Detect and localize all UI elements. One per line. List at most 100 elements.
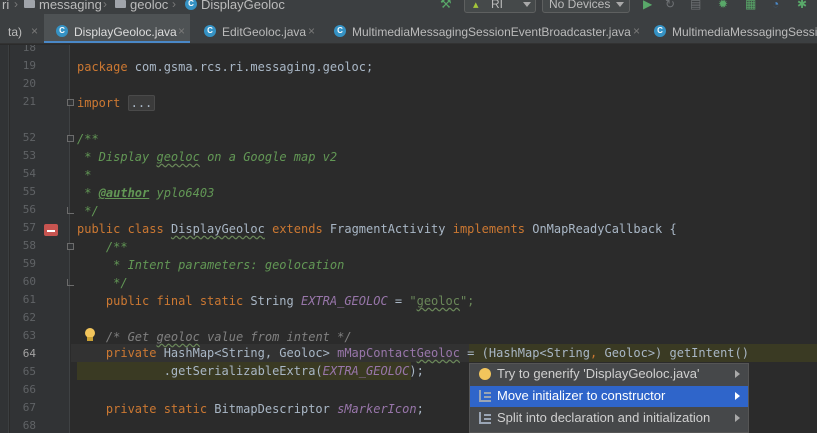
line-number: 58 [22, 239, 36, 252]
line-number: 18 [22, 45, 36, 54]
run-config-label: RI [491, 0, 503, 11]
javadoc-tag: @author [98, 186, 150, 200]
code-line: /** [77, 132, 99, 146]
code-keyword: private [77, 346, 157, 360]
submenu-arrow-icon [735, 392, 740, 400]
code-text: = [459, 346, 482, 360]
class-icon: C [185, 0, 197, 10]
chevron-down-icon [616, 2, 624, 7]
edit-intention-icon [479, 412, 491, 424]
breadcrumb-separator: › [172, 0, 176, 11]
code-line: private HashMap<String, Geoloc> mMapCont… [77, 344, 749, 362]
typo-word: geoloc [156, 150, 200, 164]
intention-item-split-declaration[interactable]: Split into declaration and initializatio… [470, 408, 748, 429]
line-number: 55 [22, 185, 36, 198]
android-activity-gutter-icon[interactable] [44, 224, 58, 236]
code-text: yplo6403 [149, 186, 215, 200]
line-number: 53 [22, 149, 36, 162]
intention-item-move-initializer[interactable]: Move initializer to constructor [470, 386, 748, 407]
static-field: EXTRA_GEOLOC [300, 294, 388, 308]
code-keyword: extends [272, 222, 323, 236]
build-hammer-icon[interactable]: ⚒ [440, 0, 452, 12]
run-icon[interactable]: ▶ [643, 0, 652, 11]
line-number: 68 [22, 419, 36, 432]
intention-item-generify[interactable]: Try to generify 'DisplayGeoloc.java' [470, 364, 748, 385]
code-keyword: import [77, 96, 121, 110]
line-number: 67 [22, 401, 36, 414]
code-line: private static BitmapDescriptor sMarkerI… [77, 400, 424, 418]
line-number: 56 [22, 203, 36, 216]
breadcrumb-separator: › [103, 0, 107, 11]
code-keyword: implements [452, 222, 525, 236]
chevron-down-icon [523, 2, 531, 7]
fold-end-icon[interactable] [67, 279, 74, 286]
tab-editgeoloc[interactable]: C EditGeoloc.java × [190, 14, 320, 43]
static-field: EXTRA_GEOLOC [322, 364, 410, 378]
fold-toggle-icon[interactable] [67, 99, 74, 106]
line-number: 62 [22, 311, 36, 324]
code-line: * Intent parameters: geolocation [77, 258, 345, 272]
class-name: DisplayGeoloc [170, 222, 265, 236]
code-text: Geoloc> [604, 346, 656, 360]
line-number: 57 [22, 221, 36, 234]
line-number: 59 [22, 257, 36, 270]
folded-imports[interactable]: ... [127, 95, 156, 111]
code-text: (HashMap<String [481, 346, 591, 360]
fold-toggle-icon[interactable] [67, 243, 74, 250]
apply-changes-icon[interactable]: ◔ [772, 0, 779, 11]
close-icon[interactable]: × [31, 24, 38, 38]
code-keyword: package [77, 60, 128, 74]
code-text: OnMapReadyCallback { [532, 222, 677, 236]
attach-debugger-icon[interactable]: ✱ [797, 0, 807, 11]
run-config-selector[interactable]: ▴ RI [464, 0, 536, 13]
code-text: String [243, 294, 301, 308]
breadcrumb-item[interactable]: ri [2, 0, 9, 12]
device-selector[interactable]: No Devices [542, 0, 630, 13]
code-line: */ [77, 204, 99, 218]
code-text: = [387, 294, 410, 308]
tab-partial[interactable]: ta) × [0, 14, 44, 43]
debug-icon[interactable]: ✹ [718, 0, 728, 11]
close-icon[interactable]: × [178, 24, 185, 38]
rerun-icon[interactable]: ↻ [665, 0, 675, 11]
code-text: com.gsma.rcs.ri.messaging.geoloc; [127, 60, 374, 74]
line-number: 61 [22, 293, 36, 306]
code-text: HashMap<String, Geoloc> [156, 346, 338, 360]
line-number: 63 [22, 329, 36, 342]
line-number: 65 [22, 365, 36, 378]
intention-label: Split into declaration and initializatio… [497, 410, 711, 425]
code-text: ; [416, 402, 424, 416]
line-number: 21 [22, 95, 36, 108]
close-icon[interactable]: × [308, 24, 315, 38]
close-icon[interactable]: × [633, 24, 640, 38]
class-icon: C [204, 25, 216, 37]
string-literal: " [409, 294, 417, 308]
instance-field: Geoloc [416, 346, 460, 360]
typo-word: geoloc [156, 330, 200, 344]
class-icon: C [334, 25, 346, 37]
line-number: 54 [22, 167, 36, 180]
breadcrumb-item[interactable]: DisplayGeoloc [201, 0, 285, 12]
code-text: * [77, 186, 99, 200]
tab-multimedia-broadcaster[interactable]: C MultimediaMessagingSessionEventBroadca… [320, 14, 646, 43]
fold-toggle-icon[interactable] [67, 135, 74, 142]
folder-icon [115, 0, 126, 8]
profile-icon[interactable]: ▦ [745, 0, 756, 11]
tab-label: DisplayGeoloc.java [74, 25, 177, 39]
line-number: 20 [22, 77, 36, 90]
tab-displaygeoloc[interactable]: C DisplayGeoloc.java × [44, 14, 190, 43]
breadcrumb-item[interactable]: geoloc [130, 0, 168, 12]
code-text: value from intent */ [199, 330, 352, 344]
code-keyword: private static [77, 402, 208, 416]
fold-end-icon[interactable] [67, 207, 74, 214]
class-icon: C [56, 25, 68, 37]
tool-window-strip [0, 45, 9, 433]
tab-multimedia-session[interactable]: C MultimediaMessagingSessi [646, 14, 817, 43]
code-line: package com.gsma.rcs.ri.messaging.geoloc… [77, 58, 373, 76]
line-number: 19 [22, 59, 36, 72]
code-text: * Display [77, 150, 157, 164]
coverage-icon[interactable]: ▤ [690, 0, 701, 11]
static-field: sMarkerIcon [337, 402, 417, 416]
breadcrumb-item[interactable]: messaging [39, 0, 102, 12]
code-keyword: public class [77, 222, 164, 236]
